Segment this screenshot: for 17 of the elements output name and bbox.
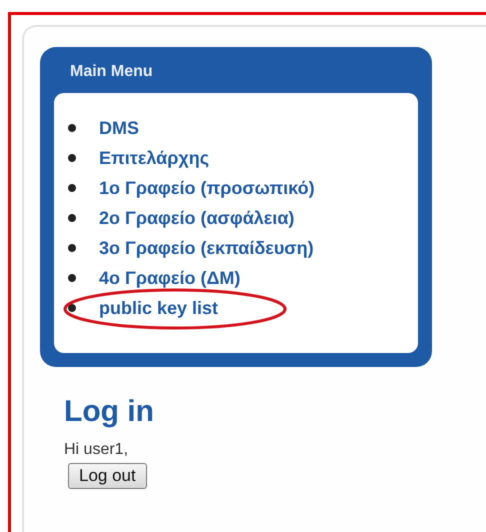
bullet-icon xyxy=(68,214,76,222)
menu-link[interactable]: Επιτελάρχης xyxy=(99,148,210,168)
logout-button[interactable]: Log out xyxy=(68,463,147,489)
menu-link[interactable]: 3ο Γραφείο (εκπαίδευση) xyxy=(99,238,314,258)
menu-link[interactable]: 2ο Γραφείο (ασφάλεια) xyxy=(99,208,294,228)
bullet-icon xyxy=(68,274,76,282)
bullet-icon xyxy=(68,184,76,192)
bullet-icon xyxy=(68,304,76,312)
menu-link[interactable]: 4ο Γραφείο (ΔΜ) xyxy=(99,268,240,288)
bullet-icon xyxy=(68,154,76,162)
menu-link[interactable]: 1ο Γραφείο (προσωπικό) xyxy=(99,178,315,198)
bullet-icon xyxy=(68,124,76,132)
menu-link[interactable]: DMS xyxy=(99,118,139,138)
menu-title: Main Menu xyxy=(69,63,154,82)
greeting-text: Hi user1, xyxy=(64,441,128,459)
bullet-icon xyxy=(68,244,76,252)
login-heading: Log in xyxy=(64,395,154,429)
